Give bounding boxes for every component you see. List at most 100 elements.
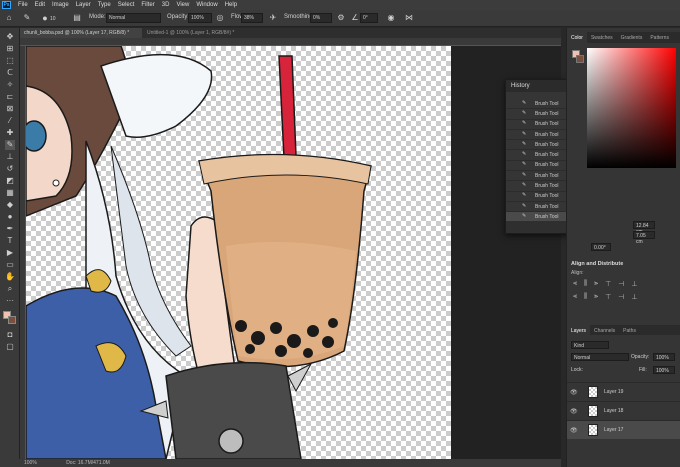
distribute-top-icon[interactable]: ⊤ <box>605 293 611 301</box>
move-tool-icon[interactable]: ✥ <box>5 32 15 42</box>
align-right-icon[interactable]: ⫸ <box>594 280 598 288</box>
tab-layers[interactable]: Layers <box>567 325 591 335</box>
menu-window[interactable]: Window <box>196 2 217 8</box>
tab-gradients[interactable]: Gradients <box>617 32 647 43</box>
quick-select-tool-icon[interactable]: ✧ <box>5 80 15 90</box>
distribute-left-icon[interactable]: ⫷ <box>573 293 577 301</box>
menu-bar: Ps File Edit Image Layer Type Select Fil… <box>0 0 680 10</box>
zoom-tool-icon[interactable]: ⌕ <box>5 284 15 294</box>
mode-select[interactable]: Normal <box>106 13 161 23</box>
brush-icon: ✎ <box>522 171 527 178</box>
more-tools-icon[interactable]: ··· <box>5 296 15 306</box>
menu-edit[interactable]: Edit <box>35 2 45 8</box>
home-icon[interactable]: ⌂ <box>4 13 14 23</box>
menu-select[interactable]: Select <box>118 2 135 8</box>
healing-tool-icon[interactable]: ✚ <box>5 128 15 138</box>
lasso-tool-icon[interactable]: ᑕ <box>5 68 15 78</box>
distribute-middle-icon[interactable]: ⊣ <box>618 293 624 301</box>
dodge-tool-icon[interactable]: ● <box>5 212 15 222</box>
symmetry-icon[interactable]: ⋈ <box>404 13 414 23</box>
distribute-buttons: ⫷ ⫼ ⫸ ⊤ ⊣ ⊥ <box>573 293 637 301</box>
frame-tool-icon[interactable]: ⊠ <box>5 104 15 114</box>
align-center-h-icon[interactable]: ⫼ <box>584 280 587 288</box>
visibility-eye-icon[interactable]: 👁 <box>570 389 580 396</box>
align-left-icon[interactable]: ⫷ <box>573 280 577 288</box>
pressure-opacity-icon[interactable]: ◎ <box>215 13 225 23</box>
rotation-field[interactable]: 0.00° <box>591 243 611 251</box>
width-field[interactable]: 12.84 cm <box>633 221 655 235</box>
menu-type[interactable]: Type <box>98 2 111 8</box>
tab-color[interactable]: Color <box>567 32 587 43</box>
color-panel-background-swatch[interactable] <box>576 55 584 63</box>
eraser-tool-icon[interactable]: ◩ <box>5 176 15 186</box>
tab-chunli-bobba[interactable]: chunli_bobba.psd @ 100% (Layer 17, RGB/8… <box>20 28 142 38</box>
brush-tip-icon[interactable]: ● <box>40 13 50 23</box>
menu-filter[interactable]: Filter <box>141 2 154 8</box>
quick-mask-icon[interactable]: ◘ <box>5 330 15 340</box>
blend-mode-select[interactable]: Normal <box>571 353 629 361</box>
hand-tool-icon[interactable]: ✋ <box>5 272 15 282</box>
mode-label: Mode: <box>89 14 106 20</box>
opacity-label: Opacity: <box>167 14 190 20</box>
brush-icon: ✎ <box>522 161 527 168</box>
menu-help[interactable]: Help <box>225 2 237 8</box>
layer-kind-filter[interactable]: Kind <box>571 341 609 349</box>
opacity-field[interactable]: 100% <box>188 13 212 23</box>
brush-tool-icon[interactable]: ✎ <box>5 140 15 150</box>
tab-patterns[interactable]: Patterns <box>646 32 673 43</box>
type-tool-icon[interactable]: T <box>5 236 15 246</box>
airbrush-icon[interactable]: ✈ <box>268 13 278 23</box>
history-brush-tool-icon[interactable]: ↺ <box>5 164 15 174</box>
blur-tool-icon[interactable]: ◆ <box>5 200 15 210</box>
brush-icon: ✎ <box>522 151 527 158</box>
path-select-tool-icon[interactable]: ▶ <box>5 248 15 258</box>
canvas-area[interactable] <box>26 46 561 459</box>
marquee-tool-icon[interactable]: ⬚ <box>5 56 15 66</box>
align-top-icon[interactable]: ⊤ <box>605 280 611 288</box>
layer-opacity-field[interactable]: 100% <box>653 353 675 361</box>
stamp-tool-icon[interactable]: ⊥ <box>5 152 15 162</box>
pressure-size-icon[interactable]: ◉ <box>386 13 396 23</box>
brush-preset-icon[interactable]: ✎ <box>22 13 32 23</box>
menu-layer[interactable]: Layer <box>76 2 91 8</box>
crop-tool-icon[interactable]: ⊏ <box>5 92 15 102</box>
angle-field[interactable]: 0° <box>360 13 378 23</box>
tab-swatches[interactable]: Swatches <box>587 32 617 43</box>
shape-tool-icon[interactable]: ▭ <box>5 260 15 270</box>
layer-row-selected[interactable]: 👁 Layer 17 <box>567 420 680 439</box>
brush-icon: ✎ <box>522 120 527 127</box>
menu-file[interactable]: File <box>18 2 28 8</box>
tab-channels[interactable]: Channels <box>590 325 619 335</box>
layer-thumbnail <box>588 405 598 417</box>
distribute-right-icon[interactable]: ⫸ <box>594 293 598 301</box>
pen-tool-icon[interactable]: ✒ <box>5 224 15 234</box>
smoothing-gear-icon[interactable]: ⚙ <box>336 13 346 23</box>
align-middle-v-icon[interactable]: ⊣ <box>618 280 624 288</box>
brush-icon: ✎ <box>522 212 527 219</box>
gradient-tool-icon[interactable]: ▦ <box>5 188 15 198</box>
eyedropper-tool-icon[interactable]: ⁄ <box>5 116 15 126</box>
brush-settings-icon[interactable]: ▤ <box>72 13 82 23</box>
flow-field[interactable]: 38% <box>241 13 263 23</box>
menu-3d[interactable]: 3D <box>162 2 170 8</box>
menu-view[interactable]: View <box>176 2 189 8</box>
screen-mode-icon[interactable]: ▢ <box>5 342 15 352</box>
smoothing-field[interactable]: 0% <box>310 13 332 23</box>
tab-untitled-1[interactable]: Untitled-1 @ 100% (Layer 1, RGB/8#) * <box>143 28 271 38</box>
distribute-bottom-icon[interactable]: ⊥ <box>631 293 637 301</box>
layer-row[interactable]: 👁 Layer 19 <box>567 382 680 401</box>
visibility-eye-icon[interactable]: 👁 <box>570 427 580 434</box>
color-picker-field[interactable] <box>587 48 676 168</box>
visibility-eye-icon[interactable]: 👁 <box>570 408 580 415</box>
tab-paths[interactable]: Paths <box>619 325 640 335</box>
align-bottom-icon[interactable]: ⊥ <box>631 280 637 288</box>
distribute-center-icon[interactable]: ⫼ <box>584 293 587 301</box>
background-color-swatch[interactable] <box>8 316 16 324</box>
artboard-tool-icon[interactable]: ⊞ <box>5 44 15 54</box>
menu-image[interactable]: Image <box>52 2 69 8</box>
layer-row[interactable]: 👁 Layer 18 <box>567 401 680 420</box>
zoom-level[interactable]: 100% <box>24 460 37 466</box>
height-field[interactable]: 7.05 cm <box>633 231 655 245</box>
fill-field[interactable]: 100% <box>653 366 675 374</box>
brush-icon: ✎ <box>522 202 527 209</box>
